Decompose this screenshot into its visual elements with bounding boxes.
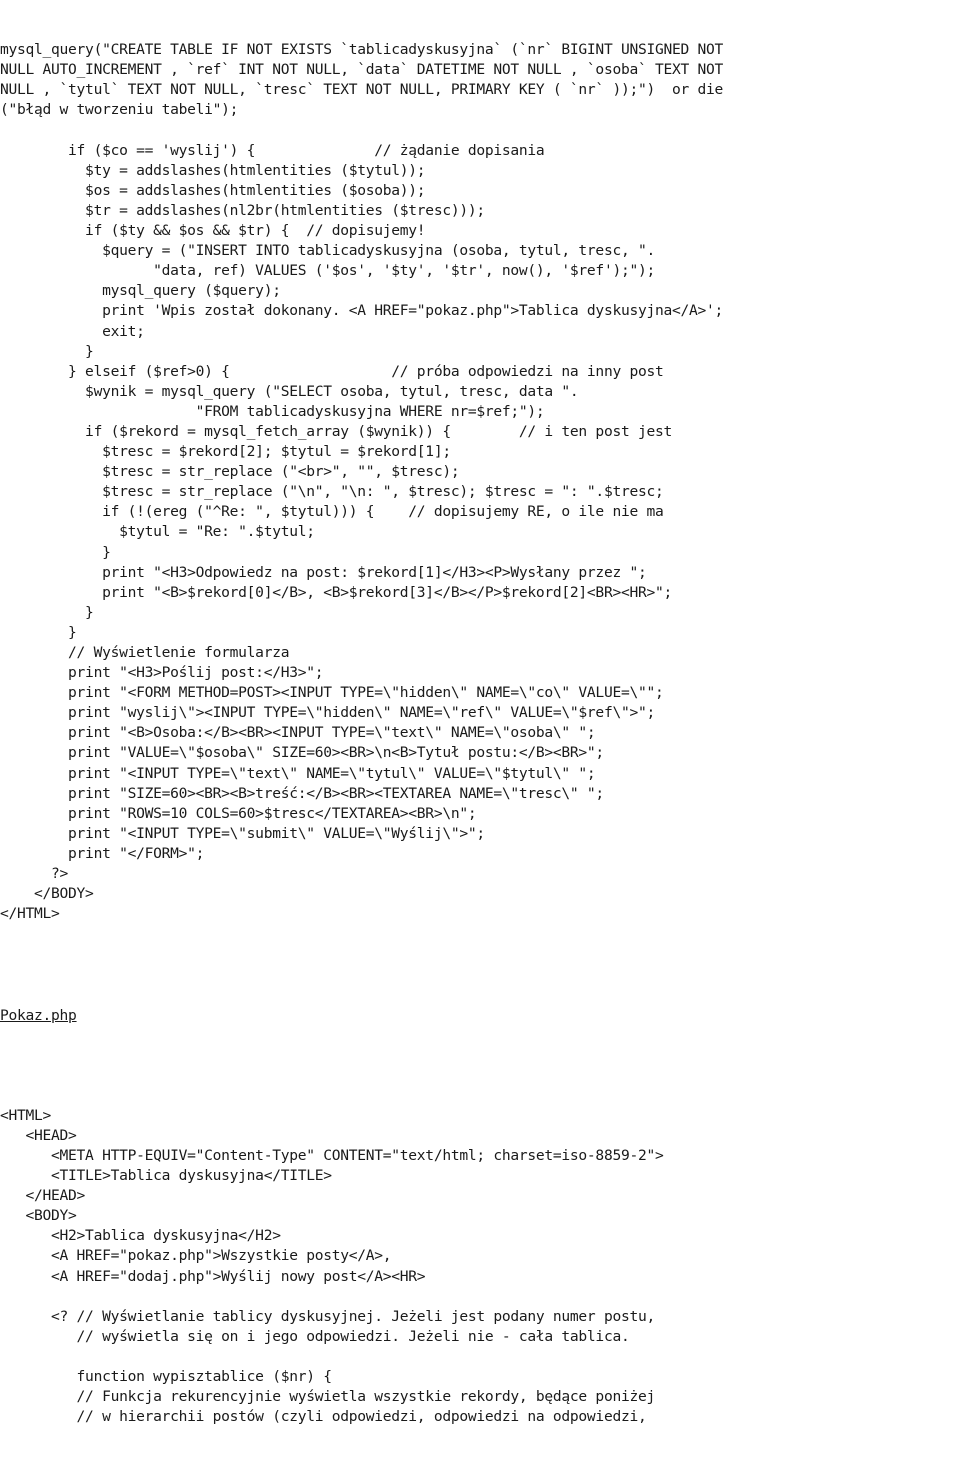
- code-listing-page: mysql_query("CREATE TABLE IF NOT EXISTS …: [0, 0, 960, 1425]
- pokaz-php-heading-row: Pokaz.php: [0, 1005, 960, 1026]
- block-spacer-top: [0, 965, 960, 1005]
- pokaz-php-heading: Pokaz.php: [0, 1006, 77, 1024]
- code-text-block-1: mysql_query("CREATE TABLE IF NOT EXISTS …: [0, 41, 724, 923]
- dodaj-php-code-block: mysql_query("CREATE TABLE IF NOT EXISTS …: [0, 0, 960, 965]
- code-text-block-2: <HTML> <HEAD> <META HTTP-EQUIV="Content-…: [0, 1106, 664, 1426]
- block-spacer-bottom: [0, 1026, 960, 1066]
- pokaz-php-code-block: <HTML> <HEAD> <META HTTP-EQUIV="Content-…: [0, 1066, 960, 1467]
